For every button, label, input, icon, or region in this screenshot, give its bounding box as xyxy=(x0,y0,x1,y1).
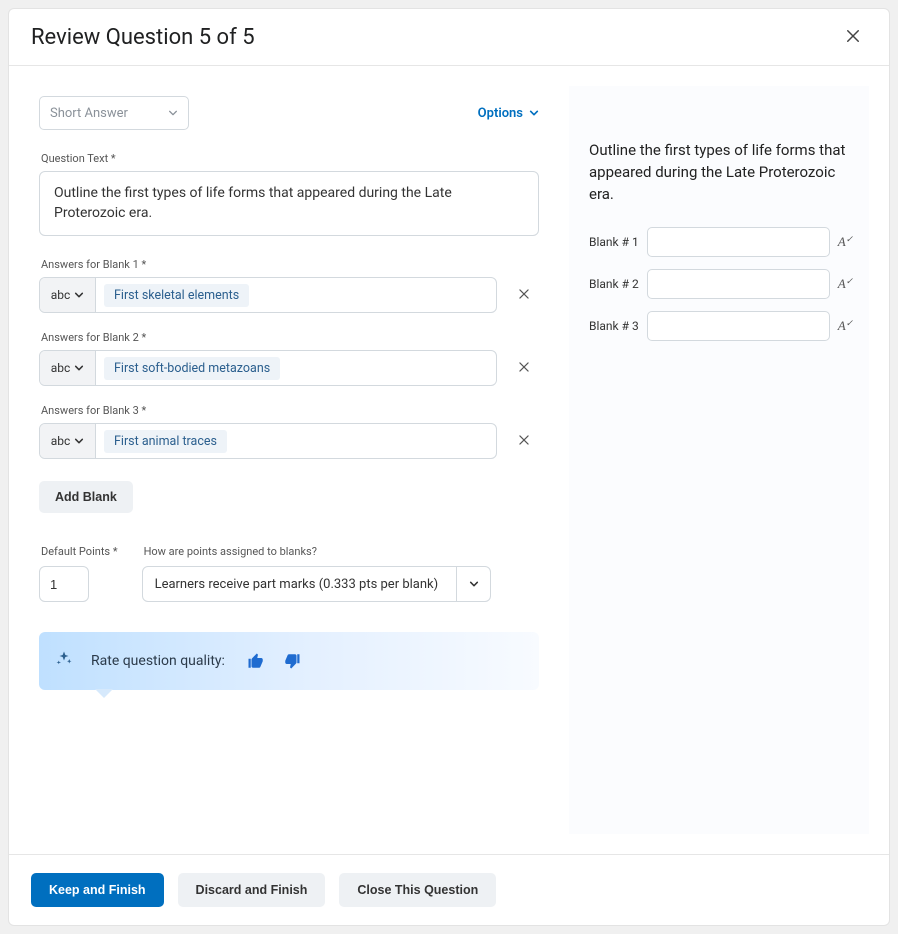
answer-chip-area[interactable]: First animal traces xyxy=(96,424,496,458)
remove-blank-button[interactable] xyxy=(509,350,539,386)
scoring-label: How are points assigned to blanks? xyxy=(144,545,492,558)
default-points-input[interactable] xyxy=(39,566,89,602)
blank-label: Answers for Blank 1 * xyxy=(41,258,539,271)
chevron-down-icon xyxy=(456,567,490,601)
chevron-down-icon xyxy=(74,436,84,446)
answer-row: abc First soft-bodied metazoans xyxy=(39,350,539,386)
preview-blank-row: Blank # 3 A✓ xyxy=(589,311,849,341)
answer-input-compound: abc First animal traces xyxy=(39,423,497,459)
chevron-down-icon xyxy=(74,363,84,373)
rate-quality-label: Rate question quality: xyxy=(91,653,225,669)
spellcheck-icon[interactable]: A✓ xyxy=(838,234,854,250)
remove-blank-button[interactable] xyxy=(509,423,539,459)
preview-blank-row: Blank # 2 A✓ xyxy=(589,269,849,299)
question-text-input[interactable] xyxy=(39,171,539,236)
answer-input-compound: abc First skeletal elements xyxy=(39,277,497,313)
preview-blank-label: Blank # 1 xyxy=(589,235,639,249)
scoring-value: Learners receive part marks (0.333 pts p… xyxy=(155,577,457,592)
scoring-select[interactable]: Learners receive part marks (0.333 pts p… xyxy=(142,566,492,602)
keep-and-finish-button[interactable]: Keep and Finish xyxy=(31,873,164,907)
preview-blank-row: Blank # 1 A✓ xyxy=(589,227,849,257)
answer-row: abc First skeletal elements xyxy=(39,277,539,313)
question-type-select[interactable]: Short Answer xyxy=(39,96,189,130)
thumbs-down-button[interactable] xyxy=(283,652,301,670)
close-icon xyxy=(517,287,531,304)
dialog-footer: Keep and Finish Discard and Finish Close… xyxy=(9,854,889,925)
editor-top-row: Short Answer Options xyxy=(39,96,539,130)
options-toggle[interactable]: Options xyxy=(478,106,539,121)
preview-blank-label: Blank # 3 xyxy=(589,319,639,333)
match-mode-value: abc xyxy=(51,288,71,302)
editor-panel: Short Answer Options Question Text * xyxy=(9,66,569,854)
match-mode-value: abc xyxy=(51,361,71,375)
answer-chip[interactable]: First skeletal elements xyxy=(104,284,249,307)
blank-group-2: Answers for Blank 2 * abc First soft-bod… xyxy=(39,331,539,386)
chevron-down-icon xyxy=(74,290,84,300)
answer-chip[interactable]: First soft-bodied metazoans xyxy=(104,357,280,380)
question-text-label: Question Text * xyxy=(41,152,539,165)
question-type-value: Short Answer xyxy=(50,106,128,121)
review-question-dialog: Review Question 5 of 5 Short Answer xyxy=(8,8,890,926)
discard-and-finish-button[interactable]: Discard and Finish xyxy=(178,873,326,907)
spellcheck-icon[interactable]: A✓ xyxy=(838,318,854,334)
close-icon xyxy=(517,433,531,450)
preview-blank-label: Blank # 2 xyxy=(589,277,639,291)
chevron-down-icon xyxy=(168,108,178,118)
preview-blank-input[interactable] xyxy=(647,311,830,341)
points-row: Default Points * How are points assigned… xyxy=(39,539,539,602)
sparkle-icon xyxy=(55,650,73,672)
match-mode-value: abc xyxy=(51,434,71,448)
scoring-column: How are points assigned to blanks? Learn… xyxy=(142,539,492,602)
options-label: Options xyxy=(478,106,523,121)
blank-label: Answers for Blank 3 * xyxy=(41,404,539,417)
dialog-header: Review Question 5 of 5 xyxy=(9,9,889,66)
preview-blank-input[interactable] xyxy=(647,269,830,299)
default-points-label: Default Points * xyxy=(41,545,118,558)
match-mode-select[interactable]: abc xyxy=(40,278,96,312)
answer-row: abc First animal traces xyxy=(39,423,539,459)
points-column: Default Points * xyxy=(39,539,118,602)
match-mode-select[interactable]: abc xyxy=(40,351,96,385)
match-mode-select[interactable]: abc xyxy=(40,424,96,458)
dialog-title: Review Question 5 of 5 xyxy=(31,25,255,50)
preview-question-text: Outline the first types of life forms th… xyxy=(589,140,849,205)
add-blank-button[interactable]: Add Blank xyxy=(39,481,133,513)
close-this-question-button[interactable]: Close This Question xyxy=(339,873,496,907)
remove-blank-button[interactable] xyxy=(509,277,539,313)
thumbs-up-button[interactable] xyxy=(247,652,265,670)
preview-panel: Outline the first types of life forms th… xyxy=(569,86,869,834)
answer-chip-area[interactable]: First skeletal elements xyxy=(96,278,496,312)
dialog-body: Short Answer Options Question Text * xyxy=(9,66,889,854)
chevron-down-icon xyxy=(529,108,539,118)
rate-quality-bar: Rate question quality: xyxy=(39,632,539,690)
answer-input-compound: abc First soft-bodied metazoans xyxy=(39,350,497,386)
close-icon xyxy=(517,360,531,377)
blank-group-3: Answers for Blank 3 * abc First animal t… xyxy=(39,404,539,459)
close-dialog-button[interactable] xyxy=(839,23,867,51)
answer-chip-area[interactable]: First soft-bodied metazoans xyxy=(96,351,496,385)
spellcheck-icon[interactable]: A✓ xyxy=(838,276,854,292)
blank-group-1: Answers for Blank 1 * abc First skeletal… xyxy=(39,258,539,313)
close-icon xyxy=(844,27,862,48)
answer-chip[interactable]: First animal traces xyxy=(104,430,227,453)
blank-label: Answers for Blank 2 * xyxy=(41,331,539,344)
preview-blank-input[interactable] xyxy=(647,227,830,257)
